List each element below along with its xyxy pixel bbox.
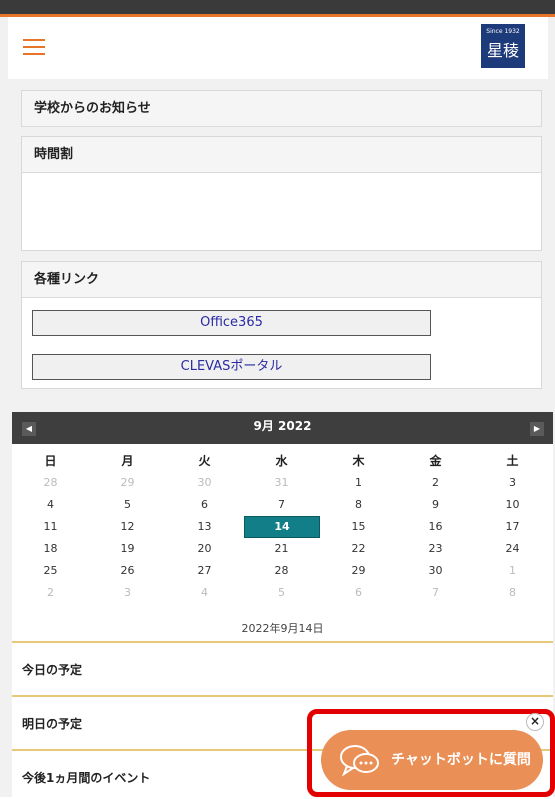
calendar-day[interactable]: 12 [89,516,166,538]
calendar-day[interactable]: 19 [89,538,166,560]
calendar-day[interactable]: 10 [474,494,551,516]
links-panel-title[interactable]: 各種リンク [22,262,541,298]
news-panel-title[interactable]: 学校からのお知らせ [22,91,541,127]
weekday-tue: 火 [198,454,211,468]
calendar-day[interactable]: 23 [397,538,474,560]
calendar-day[interactable]: 29 [89,472,166,494]
calendar-day[interactable]: 16 [397,516,474,538]
chatbot-close-icon[interactable]: × [526,713,544,731]
top-bar [0,0,555,14]
calendar-day[interactable]: 24 [474,538,551,560]
chatbot-button[interactable]: チャットボットに質問 [321,730,543,790]
calendar-day[interactable]: 18 [12,538,89,560]
clevas-portal-link-button[interactable]: CLEVASポータル [32,354,431,380]
calendar-day[interactable]: 22 [320,538,397,560]
calendar-day[interactable]: 8 [474,582,551,604]
calendar-day[interactable]: 21 [243,538,320,560]
calendar-month-title: 9月 2022 [253,419,312,433]
weekday-mon: 月 [121,454,134,468]
calendar-week-row: 18 19 20 21 22 23 24 [12,538,553,560]
school-logo[interactable]: Since 1932 星稜 [481,24,525,68]
weekday-fri: 金 [429,454,442,468]
calendar-day[interactable]: 9 [397,494,474,516]
calendar-day[interactable]: 17 [474,516,551,538]
calendar-day[interactable]: 2 [397,472,474,494]
news-panel: 学校からのお知らせ [21,90,542,127]
calendar-day[interactable]: 8 [320,494,397,516]
logo-since-text: Since 1932 [486,28,520,35]
calendar-day[interactable]: 7 [243,494,320,516]
calendar-header: ◀ 9月 2022 ▶ [12,412,553,444]
calendar-day[interactable]: 29 [320,560,397,582]
calendar-day[interactable]: 6 [320,582,397,604]
calendar-weekday-row: 日 月 火 水 木 金 土 [12,450,553,472]
calendar-day[interactable]: 13 [166,516,243,538]
calendar-day[interactable]: 2 [12,582,89,604]
calendar-day[interactable]: 4 [166,582,243,604]
calendar-week-row: 2345678 [12,582,553,604]
calendar-day[interactable]: 30 [166,472,243,494]
calendar-day[interactable]: 11 [12,516,89,538]
calendar-week-row: 4 5 6 7 8 9 10 [12,494,553,516]
calendar-day[interactable]: 3 [474,472,551,494]
calendar-day[interactable]: 15 [320,516,397,538]
weekday-sat: 土 [506,454,519,468]
weekday-sun: 日 [44,454,57,468]
calendar-day[interactable]: 6 [166,494,243,516]
timetable-panel-title[interactable]: 時間割 [22,137,541,173]
calendar-day[interactable]: 3 [89,582,166,604]
timetable-panel: 時間割 [21,136,542,251]
weekday-thu: 木 [352,454,365,468]
links-panel: 各種リンク Office365 CLEVASポータル [21,261,542,389]
schedule-today[interactable]: 今日の予定 [12,641,553,695]
calendar-selected-date: 2022年9月14日 [241,622,324,635]
calendar-day[interactable]: 20 [166,538,243,560]
schedule-tomorrow-label: 明日の予定 [22,717,83,731]
calendar-week-row: 28 29 30 31 1 2 3 [12,472,553,494]
calendar-day[interactable]: 14 [244,516,320,538]
calendar-day[interactable]: 28 [243,560,320,582]
calendar-day[interactable]: 1 [474,560,551,582]
hamburger-menu-icon[interactable] [23,39,45,55]
calendar-day[interactable]: 27 [166,560,243,582]
calendar-day[interactable]: 26 [89,560,166,582]
calendar-day[interactable]: 31 [243,472,320,494]
calendar-day[interactable]: 5 [89,494,166,516]
calendar: ◀ 9月 2022 ▶ 日 月 火 水 木 金 土 28 29 30 31 1 2 3 4 5 6… [12,412,553,642]
calendar-day[interactable]: 5 [243,582,320,604]
calendar-day[interactable]: 30 [397,560,474,582]
calendar-week-row: 11 12 13 14 15 16 17 [12,516,553,538]
calendar-day[interactable]: 4 [12,494,89,516]
calendar-day[interactable]: 7 [397,582,474,604]
calendar-next-icon[interactable]: ▶ [530,422,544,436]
schedule-today-label: 今日の予定 [22,663,83,677]
weekday-wed: 水 [275,454,288,468]
chat-bubble-icon [340,745,379,777]
calendar-day[interactable]: 25 [12,560,89,582]
calendar-week-row: 25 26 27 28 29 30 1 [12,560,553,582]
calendar-day[interactable]: 1 [320,472,397,494]
schedule-month-label: 今後1ヵ月間のイベント [22,771,151,785]
logo-name-text: 星稜 [486,41,519,60]
header [8,17,548,79]
calendar-day[interactable]: 28 [12,472,89,494]
office365-link-button[interactable]: Office365 [32,310,431,336]
chatbot-label: チャットボットに質問 [391,752,531,768]
